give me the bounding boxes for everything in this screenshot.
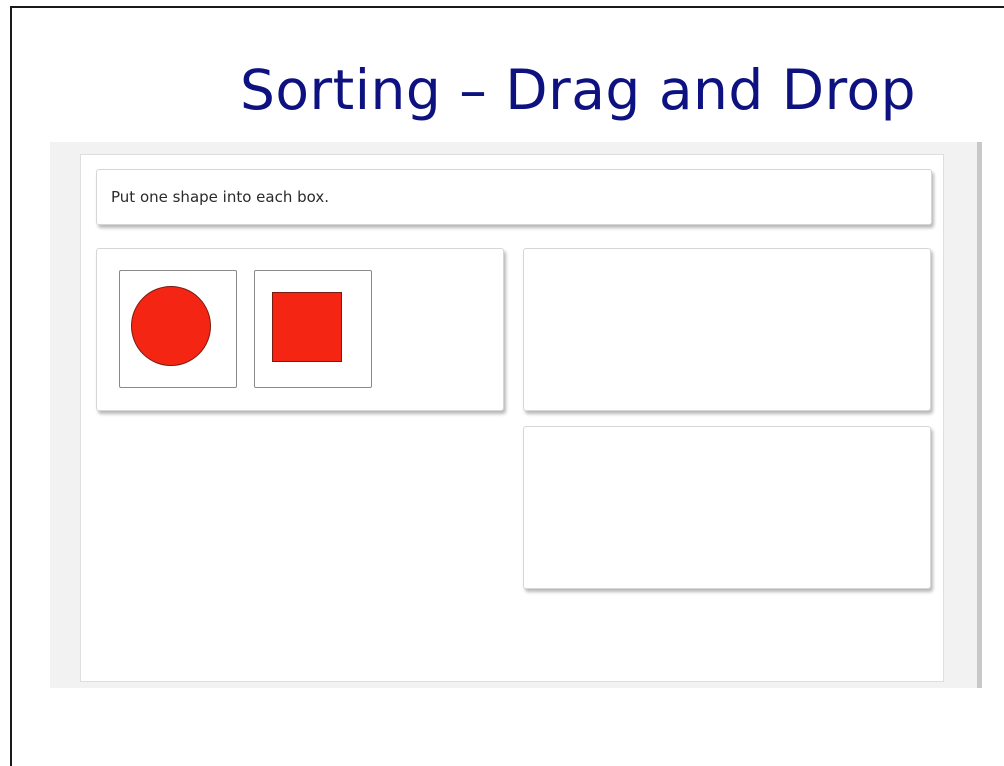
- square-shape-icon: [272, 292, 342, 362]
- instruction-box: Put one shape into each box.: [96, 169, 932, 225]
- drop-zone-2[interactable]: [523, 426, 931, 589]
- activity-panel: Put one shape into each box.: [80, 154, 944, 682]
- draggable-circle-tile[interactable]: [119, 270, 237, 388]
- shape-source-bin: [96, 248, 504, 411]
- scrollbar[interactable]: [977, 142, 982, 688]
- embedded-activity: Put one shape into each box.: [50, 142, 982, 688]
- instruction-text: Put one shape into each box.: [111, 188, 329, 206]
- drop-zone-1[interactable]: [523, 248, 931, 411]
- circle-shape-icon: [131, 286, 211, 366]
- slide-title: Sorting – Drag and Drop: [240, 58, 917, 122]
- draggable-square-tile[interactable]: [254, 270, 372, 388]
